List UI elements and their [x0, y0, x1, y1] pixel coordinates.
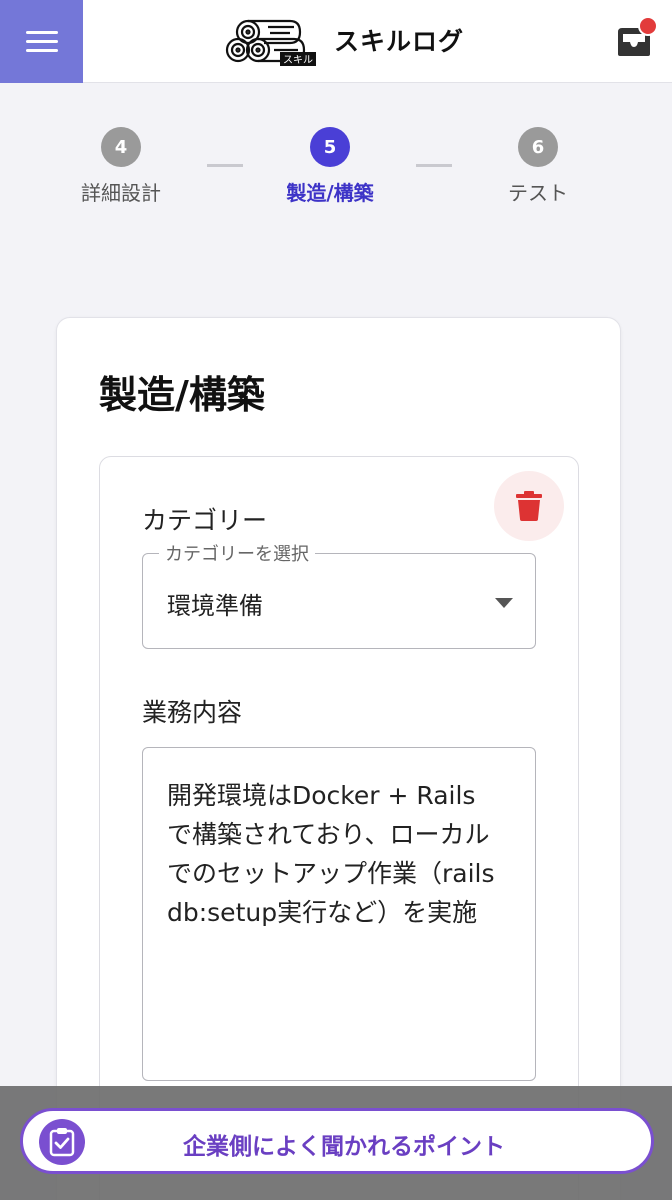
step-connector [207, 164, 243, 167]
app-title: スキルログ [334, 27, 465, 56]
dropdown-arrow-icon [495, 598, 513, 608]
step-label: テスト [508, 181, 568, 205]
card-title: 製造/構築 [99, 373, 265, 417]
step-number: 4 [101, 127, 141, 167]
category-select-legend: カテゴリーを選択 [159, 540, 315, 566]
hamburger-menu-icon [25, 31, 58, 34]
logo: スキル [225, 19, 316, 66]
step-label: 詳細設計 [81, 181, 161, 205]
content-line: で構築されており、ローカル [167, 820, 490, 849]
content-label: 業務内容 [142, 698, 243, 727]
step-connector [416, 164, 452, 167]
category-select-value: 環境準備 [167, 592, 263, 620]
clipboard-check-icon [39, 1119, 85, 1165]
step-label: 製造/構築 [286, 181, 374, 205]
app-header: スキル スキルログ [0, 0, 672, 83]
build-card: 製造/構築 カテゴリー カテゴリーを選択 環境準備 業務内容 開発環境はDock… [56, 317, 621, 1200]
step-detailed-design[interactable]: 4 詳細設計 [60, 127, 182, 206]
step-test[interactable]: 6 テスト [480, 127, 596, 206]
content-textarea[interactable]: 開発環境はDocker + Rails で構築されており、ローカル でのセットア… [142, 747, 536, 1081]
delete-button[interactable] [494, 471, 564, 541]
trash-icon [516, 491, 542, 521]
category-label: カテゴリー [142, 506, 268, 535]
notification-badge [638, 16, 658, 36]
step-build[interactable]: 5 製造/構築 [268, 127, 392, 206]
content-line: でのセットアップ作業（rails [167, 859, 495, 888]
step-number: 6 [518, 127, 558, 167]
bottom-bar: 企業側によく聞かれるポイント [0, 1086, 672, 1200]
content-line: 開発環境はDocker + Rails [167, 781, 476, 810]
menu-button[interactable] [0, 0, 83, 83]
faq-points-label: 企業側によく聞かれるポイント [183, 1134, 505, 1160]
category-select[interactable]: カテゴリーを選択 環境準備 [142, 540, 536, 649]
step-number: 5 [310, 127, 350, 167]
content-line: db:setup実行など）を実施 [167, 898, 478, 927]
logo-badge-text: スキル [283, 55, 313, 66]
faq-points-button[interactable]: 企業側によく聞かれるポイント [20, 1108, 654, 1174]
